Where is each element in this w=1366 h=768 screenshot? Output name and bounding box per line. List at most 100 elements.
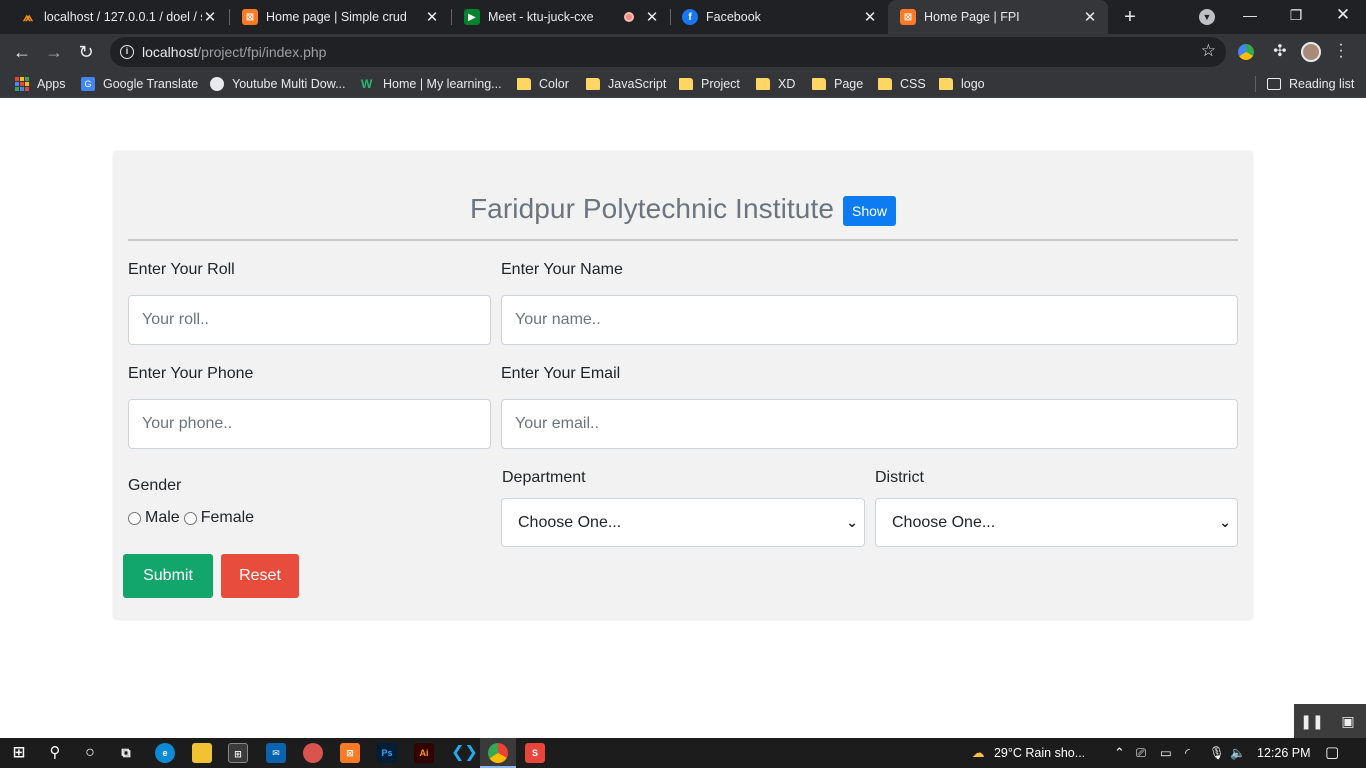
url-host: localhost (142, 44, 198, 60)
bookmark-google-translate[interactable]: G Google Translate (81, 75, 198, 93)
tab-title: Meet - ktu-juck-cxe (488, 10, 594, 24)
pause-icon[interactable]: ❚❚ (1294, 704, 1330, 738)
reading-list-label: Reading list (1289, 77, 1355, 91)
tray-chevron-icon[interactable]: ⌃ (1114, 738, 1125, 768)
reading-list-icon (1267, 78, 1281, 90)
district-select[interactable]: Choose One... ⌄ (875, 498, 1238, 547)
reload-icon[interactable]: ↻ (74, 40, 98, 64)
form-header: Faridpur Polytechnic Institute Show (113, 189, 1253, 229)
email-input[interactable]: Your email.. (501, 399, 1238, 449)
picture-in-picture-icon[interactable]: ▣ (1330, 704, 1366, 738)
close-tab-icon[interactable]: ✕ (202, 8, 218, 26)
battery-icon[interactable]: ▭ (1160, 738, 1172, 768)
photoshop-icon[interactable]: Ps (377, 743, 397, 763)
google-translate-icon: G (81, 77, 95, 91)
chrome-menu-icon[interactable]: · · · (1336, 37, 1346, 65)
minimize-button[interactable]: — (1227, 0, 1273, 30)
bookmark-label: Project (701, 77, 740, 91)
name-input[interactable]: Your name.. (501, 295, 1238, 345)
new-tab-button[interactable]: + (1118, 5, 1142, 29)
extension-icon[interactable] (1238, 44, 1254, 60)
site-info-icon[interactable]: i (120, 45, 134, 59)
show-button[interactable]: Show (843, 196, 897, 226)
submit-button[interactable]: Submit (123, 554, 213, 598)
weather-widget[interactable]: ☁ 29°C Rain sho... (972, 738, 1085, 768)
vscode-icon[interactable]: ❮❯ (451, 743, 478, 763)
bookmark-folder-logo[interactable]: logo (939, 75, 985, 93)
profile-avatar[interactable] (1301, 42, 1321, 62)
illustrator-icon[interactable]: Ai (414, 743, 434, 763)
xampp-icon[interactable]: ⊠ (340, 743, 360, 763)
volume-icon[interactable]: 🔈 (1230, 738, 1246, 768)
back-arrow-icon[interactable]: ← (10, 40, 34, 64)
bookmark-folder-javascript[interactable]: JavaScript (586, 75, 666, 93)
close-tab-icon[interactable]: ✕ (862, 8, 878, 26)
microphone-icon[interactable]: 🎙 (1209, 738, 1225, 768)
file-explorer-icon[interactable] (192, 743, 212, 763)
google-meet-icon: ▶ (464, 9, 480, 25)
restore-button[interactable]: ❐ (1273, 0, 1319, 30)
bookmark-folder-xd[interactable]: XD (756, 75, 795, 93)
reading-list-button[interactable]: Reading list (1267, 75, 1354, 93)
female-radio-label[interactable]: Female (201, 509, 254, 527)
folder-icon (679, 78, 693, 90)
chrome-icon[interactable] (488, 743, 508, 763)
cortana-icon[interactable]: ○ (80, 743, 100, 763)
recording-icon (624, 12, 634, 22)
bookmark-folder-color[interactable]: Color (517, 75, 569, 93)
meet-tray-icon[interactable]: ⎚ (1136, 738, 1146, 768)
forward-arrow-icon[interactable]: → (42, 40, 66, 64)
bookmark-my-learning[interactable]: W Home | My learning... (361, 75, 502, 93)
department-select[interactable]: Choose One... ⌄ (501, 498, 865, 547)
bookmark-star-icon[interactable]: ☆ (1201, 41, 1216, 61)
male-radio[interactable] (128, 511, 141, 525)
bookmarks-bar: Apps G Google Translate Youtube Multi Do… (0, 70, 1366, 98)
tab-home-fpi[interactable]: ⊠ Home Page | FPI ✕ (888, 0, 1108, 34)
female-radio[interactable] (183, 511, 197, 525)
email-label: Enter Your Email (501, 365, 621, 382)
url-path: /project/fpi/index.php (197, 44, 327, 60)
phone-input[interactable]: Your phone.. (128, 399, 491, 449)
windows-start-icon[interactable]: ⊞ (9, 743, 29, 763)
sublime-text-icon[interactable]: S (525, 743, 545, 763)
tab-title: Home Page | FPI (924, 10, 1020, 24)
tab-meet[interactable]: ▶ Meet - ktu-juck-cxe ✕ (452, 0, 670, 34)
close-tab-icon[interactable]: ✕ (644, 8, 660, 26)
clock[interactable]: 12:26 PM (1257, 738, 1311, 768)
address-bar[interactable]: i localhost/project/fpi/index.php ☆ (110, 37, 1226, 67)
app-icon[interactable] (303, 743, 323, 763)
notifications-icon[interactable]: ▢ (1325, 738, 1339, 768)
bookmark-youtube-multi[interactable]: Youtube Multi Dow... (210, 75, 346, 93)
bookmark-apps[interactable]: Apps (15, 75, 66, 93)
mail-icon[interactable]: ✉ (266, 743, 286, 763)
tab-search-icon[interactable]: ▼ (1199, 9, 1215, 25)
bookmark-folder-page[interactable]: Page (812, 75, 863, 93)
phpmyadmin-icon: ⩕ (22, 9, 34, 24)
tab-simple-crud[interactable]: ⊠ Home page | Simple crud ✕ (230, 0, 450, 34)
tab-strip: ⩕ localhost / 127.0.0.1 / doel / s ✕ ⊠ H… (0, 0, 1366, 34)
roll-input[interactable]: Your roll.. (128, 295, 491, 345)
close-tab-icon[interactable]: ✕ (1082, 8, 1098, 26)
search-icon[interactable]: ⚲ (45, 743, 65, 763)
bookmark-folder-project[interactable]: Project (679, 75, 740, 93)
department-label: Department (502, 469, 586, 486)
bookmark-folder-css[interactable]: CSS (878, 75, 926, 93)
folder-icon (812, 78, 826, 90)
bookmark-label: Home | My learning... (383, 77, 502, 91)
folder-icon (586, 78, 600, 90)
male-radio-label[interactable]: Male (145, 509, 180, 527)
close-window-button[interactable]: ✕ (1320, 0, 1366, 30)
wifi-icon[interactable]: ◜ (1185, 738, 1190, 768)
task-view-icon[interactable]: ⧉ (116, 743, 136, 763)
reset-button[interactable]: Reset (221, 554, 299, 598)
extensions-puzzle-icon[interactable]: ✣ (1270, 42, 1290, 62)
microsoft-store-icon[interactable]: ⊞ (228, 743, 248, 763)
bookmark-label: JavaScript (608, 77, 667, 91)
tab-facebook[interactable]: f Facebook ✕ (670, 0, 888, 34)
page-content: Faridpur Polytechnic Institute Show Ente… (0, 99, 1366, 738)
bookmark-separator (1255, 76, 1256, 92)
edge-icon[interactable]: e (155, 743, 175, 763)
tab-phpmyadmin[interactable]: ⩕ localhost / 127.0.0.1 / doel / s ✕ (8, 0, 228, 34)
bookmark-label: Youtube Multi Dow... (232, 77, 346, 91)
close-tab-icon[interactable]: ✕ (424, 8, 440, 26)
